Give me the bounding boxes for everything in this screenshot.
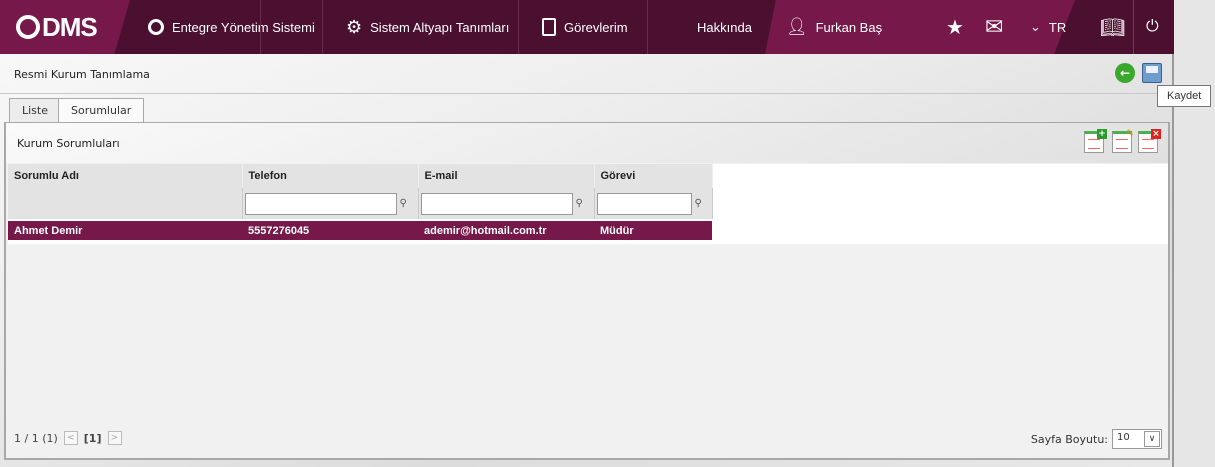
edit-record-icon[interactable]: ✎ bbox=[1112, 129, 1134, 153]
tab-liste[interactable]: Liste bbox=[9, 98, 61, 122]
page-info: 1 / 1 (1) bbox=[14, 431, 58, 445]
add-record-icon[interactable]: + bbox=[1084, 129, 1107, 153]
header-row: Sorumlu Adı Telefon E-mail Görevi bbox=[8, 164, 713, 188]
cell-role: Müdür bbox=[594, 219, 712, 240]
divider bbox=[0, 93, 1172, 94]
page-title: Resmi Kurum Tanımlama bbox=[14, 68, 150, 81]
next-page-button[interactable]: > bbox=[107, 431, 122, 445]
q-icon bbox=[148, 19, 164, 35]
pager: 1 / 1 (1) < [1] > bbox=[14, 431, 122, 445]
power-icon[interactable]: ⏻ bbox=[1146, 0, 1159, 54]
delete-record-icon[interactable]: × bbox=[1138, 129, 1161, 153]
nav-label: Hakkında bbox=[697, 19, 752, 35]
back-icon[interactable]: ← bbox=[1115, 63, 1135, 83]
col-header-phone[interactable]: Telefon bbox=[242, 164, 419, 188]
language-label: TR bbox=[1048, 19, 1067, 35]
user-icon: 👤︎ bbox=[786, 17, 808, 36]
gear-icon: ⚙ bbox=[346, 16, 363, 37]
divider bbox=[647, 0, 648, 54]
language-select[interactable]: ⌄ TR bbox=[1030, 0, 1066, 54]
prev-page-button[interactable]: < bbox=[63, 431, 78, 445]
mail-icon[interactable]: ✉ bbox=[985, 0, 1003, 54]
cell-phone: 5557276045 bbox=[242, 219, 418, 240]
star-icon[interactable]: ★ bbox=[946, 0, 964, 54]
nav-item-sistem[interactable]: ⚙ Sistem Altyapı Tanımları bbox=[346, 0, 509, 54]
nav-label: Sistem Altyapı Tanımları bbox=[370, 19, 510, 35]
nav-item-gorevlerim[interactable]: Görevlerim bbox=[542, 0, 628, 54]
save-tooltip: Kaydet bbox=[1157, 85, 1212, 107]
page-size-label: Sayfa Boyutu: bbox=[1030, 432, 1108, 446]
logo-text: DMS bbox=[42, 11, 98, 42]
manual-book-icon[interactable]: 📖︎ bbox=[1100, 0, 1125, 54]
filter-icon[interactable]: ⚲ bbox=[695, 198, 705, 209]
nav-label: Entegre Yönetim Sistemi bbox=[172, 19, 315, 35]
chevron-down-icon: ∨ bbox=[1144, 431, 1160, 447]
panel-header: Kurum Sorumluları + ✎ × bbox=[6, 123, 1168, 163]
filter-icon[interactable]: ⚲ bbox=[576, 198, 586, 209]
divider bbox=[1133, 0, 1134, 54]
top-nav: DMS Entegre Yönetim Sistemi ⚙ Sistem Alty… bbox=[0, 0, 1174, 54]
cell-email: ademir@hotmail.com.tr bbox=[418, 219, 594, 240]
col-header-role[interactable]: Görevi bbox=[594, 164, 713, 188]
phone-filter-input[interactable] bbox=[244, 192, 397, 215]
logo-q-icon bbox=[16, 15, 40, 39]
current-page[interactable]: [1] bbox=[84, 432, 102, 445]
user-name: Furkan Baş bbox=[815, 19, 883, 35]
page-size-select[interactable]: 10 ∨ bbox=[1112, 429, 1162, 449]
responsible-grid: Sorumlu Adı Telefon E-mail Görevi ⚲ ⚲ ⚲ … bbox=[8, 164, 1168, 244]
filter-icon[interactable]: ⚲ bbox=[400, 198, 410, 209]
cell-name: Ahmet Demir bbox=[8, 219, 242, 240]
panel-title: Kurum Sorumluları bbox=[17, 137, 120, 150]
nav-item-entegre[interactable]: Entegre Yönetim Sistemi bbox=[148, 0, 315, 54]
divider bbox=[260, 0, 261, 54]
logo[interactable]: DMS bbox=[0, 0, 130, 54]
col-header-name[interactable]: Sorumlu Adı bbox=[8, 164, 243, 188]
role-filter-input[interactable] bbox=[596, 192, 692, 215]
chevron-down-icon: ⌄ bbox=[1030, 19, 1041, 34]
filter-row: ⚲ ⚲ ⚲ bbox=[8, 188, 713, 220]
table-row[interactable]: Ahmet Demir 5557276045 ademir@hotmail.co… bbox=[8, 219, 712, 240]
email-filter-input[interactable] bbox=[420, 192, 573, 215]
nav-label: Görevlerim bbox=[564, 19, 628, 35]
user-menu[interactable]: 👤︎ Furkan Baş bbox=[786, 0, 882, 54]
sorumlular-panel: Kurum Sorumluları + ✎ × Sorumlu Adı Tele… bbox=[4, 122, 1170, 460]
divider bbox=[518, 0, 519, 54]
tab-sorumlular[interactable]: Sorumlular bbox=[58, 98, 145, 123]
app-window: DMS Entegre Yönetim Sistemi ⚙ Sistem Alty… bbox=[0, 0, 1174, 467]
nav-item-hakkinda[interactable]: Hakkında bbox=[697, 0, 752, 54]
responsible-table: Sorumlu Adı Telefon E-mail Görevi ⚲ ⚲ ⚲ … bbox=[8, 164, 713, 240]
filter-cell-empty bbox=[8, 188, 243, 220]
page-size-value: 10 bbox=[1117, 432, 1130, 443]
save-icon[interactable] bbox=[1142, 63, 1162, 83]
clipboard-icon bbox=[542, 18, 556, 36]
page-size: Sayfa Boyutu: 10 ∨ bbox=[1031, 429, 1162, 449]
col-header-email[interactable]: E-mail bbox=[418, 164, 595, 188]
divider bbox=[322, 0, 323, 54]
